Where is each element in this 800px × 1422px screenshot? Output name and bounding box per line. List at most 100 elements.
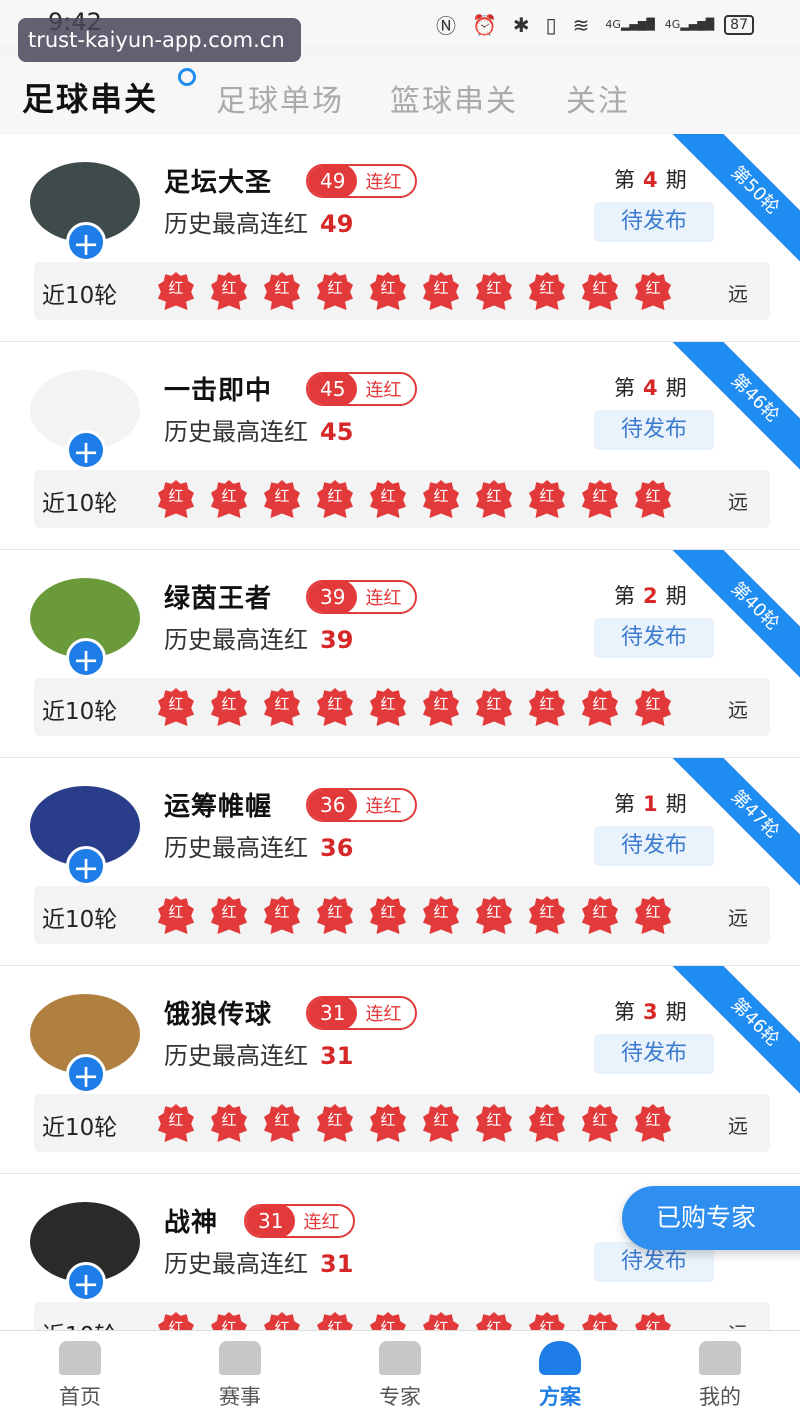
pending-publish-button[interactable]: 待发布: [594, 826, 714, 866]
history-label: 历史最高连红: [164, 1042, 308, 1070]
streak-count: 39: [308, 582, 358, 612]
red-badge-icon: 红: [317, 896, 353, 934]
red-badge-icon: 红: [158, 272, 194, 310]
expert-card[interactable]: + 足坛大圣 49 连红 历史最高连红 49 第4期 待发布 第50轮 近10轮 …: [0, 134, 800, 342]
history-value: 39: [320, 626, 354, 654]
nav-mine[interactable]: 我的: [640, 1331, 800, 1422]
pending-publish-button[interactable]: 待发布: [594, 618, 714, 658]
expert-card[interactable]: + 一击即中 45 连红 历史最高连红 45 第4期 待发布 第46轮 近10轮 …: [0, 342, 800, 550]
nav-experts[interactable]: 专家: [320, 1331, 480, 1422]
streak-badge: 39 连红: [306, 580, 418, 614]
trophy-icon: [219, 1341, 261, 1375]
red-badge-icon: 红: [211, 1104, 247, 1142]
purchased-experts-button[interactable]: 已购专家: [622, 1186, 800, 1250]
history-value: 49: [320, 210, 354, 238]
home-icon: [59, 1341, 101, 1375]
period-prefix: 第: [614, 376, 635, 400]
red-badge-icon: 红: [529, 1104, 565, 1142]
recent-results: 红红红红红红红红红红: [158, 1104, 671, 1142]
top-tabs: 足球串关 足球单场 篮球串关 关注: [0, 62, 800, 132]
recent-rounds-bar: 近10轮 红红红红红红红红红红 远: [34, 262, 770, 320]
red-badge-icon: 红: [529, 896, 565, 934]
red-badge-icon: 红: [264, 1104, 300, 1142]
status-icons: Ⓝ ⏰ ✱ ▯ ≋ 4G▂▄▆█ 4G▂▄▆█ 87: [436, 10, 754, 39]
tab-follow[interactable]: 关注: [566, 76, 630, 120]
red-badge-icon: 红: [211, 272, 247, 310]
period-number: 1: [643, 792, 658, 816]
red-badge-icon: 红: [370, 272, 406, 310]
recent-results: 红红红红红红红红红红: [158, 688, 671, 726]
history-value: 45: [320, 418, 354, 446]
history-value: 31: [320, 1042, 354, 1070]
recent-results: 红红红红红红红红红红: [158, 272, 671, 310]
expert-card[interactable]: + 饿狼传球 31 连红 历史最高连红 31 第3期 待发布 第46轮 近10轮 …: [0, 966, 800, 1174]
period-info: 第1期: [614, 788, 687, 818]
tab-basketball-parlay[interactable]: 篮球串关: [390, 76, 518, 120]
far-label: 远: [728, 906, 748, 930]
period-number: 4: [643, 376, 658, 400]
period-info: 第2期: [614, 580, 687, 610]
period-suffix: 期: [665, 1000, 687, 1024]
nav-home[interactable]: 首页: [0, 1331, 160, 1422]
streak-count: 49: [308, 166, 358, 196]
recent-rounds-bar: 近10轮 红红红红红红红红红红 远: [34, 678, 770, 736]
expert-name: 足坛大圣: [164, 168, 273, 198]
far-label: 远: [728, 698, 748, 722]
follow-plus-icon[interactable]: +: [66, 1054, 106, 1095]
profile-icon: [699, 1341, 741, 1375]
tab-football-single[interactable]: 足球单场: [216, 76, 344, 120]
expert-name: 战神: [164, 1208, 219, 1238]
red-badge-icon: 红: [476, 896, 512, 934]
period-number: 3: [643, 1000, 658, 1024]
red-badge-icon: 红: [423, 1104, 459, 1142]
history-best: 历史最高连红 39: [164, 620, 353, 655]
streak-label: 连红: [365, 588, 402, 609]
follow-plus-icon[interactable]: +: [66, 1262, 106, 1303]
battery-icon: 87: [724, 14, 754, 35]
streak-label: 连红: [303, 1212, 340, 1233]
nav-matches[interactable]: 赛事: [160, 1331, 320, 1422]
nav-home-label: 首页: [59, 1385, 101, 1409]
bottom-nav: 首页 赛事 专家 方案 我的: [0, 1330, 800, 1422]
expert-card[interactable]: + 绿茵王者 39 连红 历史最高连红 39 第2期 待发布 第40轮 近10轮 …: [0, 550, 800, 758]
red-badge-icon: 红: [158, 896, 194, 934]
history-label: 历史最高连红: [164, 418, 308, 446]
red-badge-icon: 红: [211, 480, 247, 518]
round-ribbon: 第47轮: [660, 758, 800, 888]
signal-icon-1: 4G▂▄▆█: [605, 18, 655, 31]
streak-badge: 36 连红: [306, 788, 418, 822]
pending-publish-button[interactable]: 待发布: [594, 1034, 714, 1074]
period-info: 第3期: [614, 996, 687, 1026]
period-suffix: 期: [665, 376, 687, 400]
red-badge-icon: 红: [582, 688, 618, 726]
nav-matches-label: 赛事: [219, 1385, 261, 1409]
red-badge-icon: 红: [582, 896, 618, 934]
red-badge-icon: 红: [582, 272, 618, 310]
recent-rounds-bar: 近10轮 红红红红红红红红红红 远: [34, 470, 770, 528]
red-badge-icon: 红: [635, 480, 671, 518]
streak-count: 31: [246, 1206, 296, 1236]
round-ribbon: 第50轮: [660, 134, 800, 264]
red-badge-icon: 红: [423, 688, 459, 726]
pending-publish-button[interactable]: 待发布: [594, 202, 714, 242]
tab-football-parlay[interactable]: 足球串关: [22, 74, 158, 120]
period-info: 第4期: [614, 164, 687, 194]
expert-name: 绿茵王者: [164, 584, 273, 614]
red-badge-icon: 红: [529, 688, 565, 726]
far-label: 远: [728, 282, 748, 306]
nav-plans[interactable]: 方案: [480, 1331, 640, 1422]
expert-card[interactable]: + 运筹帷幄 36 连红 历史最高连红 36 第1期 待发布 第47轮 近10轮 …: [0, 758, 800, 966]
red-badge-icon: 红: [158, 480, 194, 518]
red-badge-icon: 红: [370, 1104, 406, 1142]
period-prefix: 第: [614, 584, 635, 608]
streak-count: 31: [308, 998, 358, 1028]
streak-count: 45: [308, 374, 358, 404]
pending-publish-button[interactable]: 待发布: [594, 410, 714, 450]
follow-plus-icon[interactable]: +: [66, 222, 106, 263]
red-badge-icon: 红: [476, 272, 512, 310]
follow-plus-icon[interactable]: +: [66, 430, 106, 471]
far-label: 远: [728, 490, 748, 514]
red-badge-icon: 红: [529, 272, 565, 310]
follow-plus-icon[interactable]: +: [66, 846, 106, 887]
follow-plus-icon[interactable]: +: [66, 638, 106, 679]
